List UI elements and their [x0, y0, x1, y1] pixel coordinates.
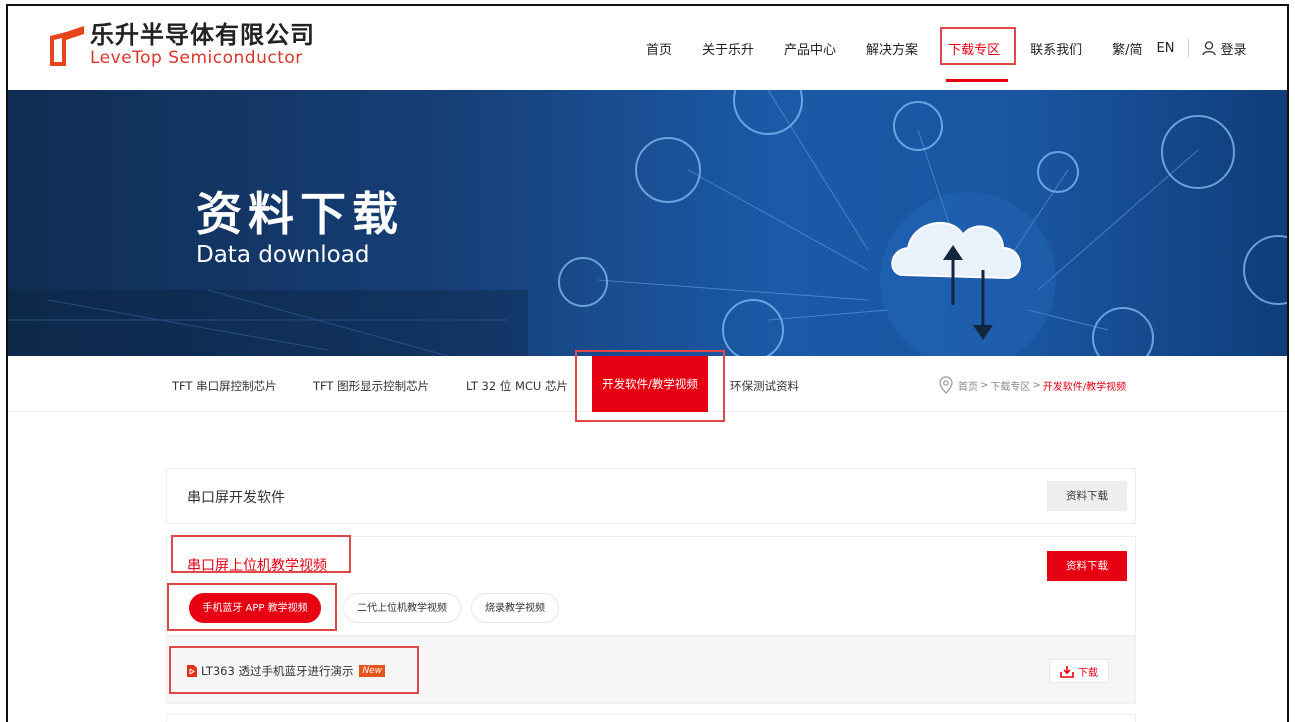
- download-button[interactable]: 下载: [1049, 659, 1109, 683]
- highlight-box: [167, 583, 337, 631]
- login-label: 登录: [1220, 42, 1247, 58]
- tab-tft-graphic-chip[interactable]: TFT 图形显示控制芯片: [313, 378, 429, 394]
- highlight-box: [169, 646, 419, 694]
- download-label: 下载: [1078, 667, 1098, 679]
- lang-switch-english[interactable]: EN: [1156, 41, 1174, 56]
- active-underline: [946, 78, 1009, 82]
- breadcrumb-downloads[interactable]: 下载专区: [990, 378, 1030, 393]
- nav-contact[interactable]: 联系我们: [1030, 39, 1082, 58]
- tab-lt32-mcu[interactable]: LT 32 位 MCU 芯片: [466, 378, 568, 394]
- location-pin-icon: [939, 376, 953, 394]
- section-title[interactable]: 串口屏开发软件: [187, 487, 285, 507]
- tab-gen2-host-videos[interactable]: 二代上位机教学视频: [343, 593, 461, 623]
- nav-home[interactable]: 首页: [646, 39, 672, 58]
- download-materials-button[interactable]: 资料下载: [1047, 481, 1127, 511]
- file-row: LT363 透过手机蓝牙进行演示 New 下载: [166, 636, 1136, 704]
- main-nav: 首页 关于乐升 产品中心 解决方案 下载专区 联系我们 繁/简 EN 登录: [646, 6, 1246, 90]
- highlight-box: [940, 26, 1017, 65]
- banner-title: 资料下载: [196, 187, 404, 241]
- tab-burning-videos[interactable]: 烧录教学视频: [471, 593, 559, 623]
- section-serial-software: 串口屏开发软件 资料下载: [166, 468, 1136, 524]
- breadcrumb-current: 开发软件/教学视频: [1042, 381, 1127, 393]
- section-serial-videos: 串口屏上位机教学视频 资料下载 手机蓝牙 APP 教学视频 二代上位机教学视频 …: [166, 535, 1136, 636]
- login-link[interactable]: 登录: [1201, 39, 1246, 58]
- breadcrumb-sep: >: [1032, 379, 1041, 391]
- logo-chinese-name: 乐升半导体有限公司: [90, 21, 315, 49]
- logo-mark-icon: [50, 26, 84, 66]
- download-materials-button[interactable]: 资料下载: [1047, 551, 1127, 581]
- nav-downloads[interactable]: 下载专区: [940, 26, 1017, 82]
- nav-divider: [1188, 39, 1190, 57]
- nav-solutions[interactable]: 解决方案: [866, 39, 918, 58]
- file-row: [166, 714, 1136, 722]
- breadcrumb: 首页 > 下载专区 > 开发软件/教学视频: [938, 376, 1126, 394]
- banner-subtitle: Data download: [196, 242, 370, 268]
- highlight-box: [575, 350, 725, 422]
- site-header: 乐升半导体有限公司 LeveTop Semiconductor 首页 关于乐升 …: [8, 6, 1287, 90]
- nav-about[interactable]: 关于乐升: [702, 39, 754, 58]
- logo[interactable]: 乐升半导体有限公司 LeveTop Semiconductor: [44, 22, 315, 68]
- nav-products[interactable]: 产品中心: [784, 39, 836, 58]
- download-icon: [1060, 665, 1074, 678]
- lang-switch-traditional[interactable]: 繁/简: [1112, 39, 1142, 58]
- tab-environmental-test[interactable]: 环保测试资料: [730, 378, 799, 394]
- user-icon: [1202, 41, 1217, 56]
- tab-tft-serial-chip[interactable]: TFT 串口屏控制芯片: [172, 378, 277, 394]
- category-subnav: TFT 串口屏控制芯片 TFT 图形显示控制芯片 LT 32 位 MCU 芯片 …: [8, 350, 1287, 422]
- logo-english-name: LeveTop Semiconductor: [90, 48, 303, 68]
- hero-banner: 资料下载 Data download: [8, 90, 1287, 356]
- highlight-box: [171, 535, 351, 573]
- breadcrumb-sep: >: [980, 379, 989, 391]
- page-frame: 乐升半导体有限公司 LeveTop Semiconductor 首页 关于乐升 …: [6, 4, 1289, 722]
- breadcrumb-home[interactable]: 首页: [958, 378, 978, 393]
